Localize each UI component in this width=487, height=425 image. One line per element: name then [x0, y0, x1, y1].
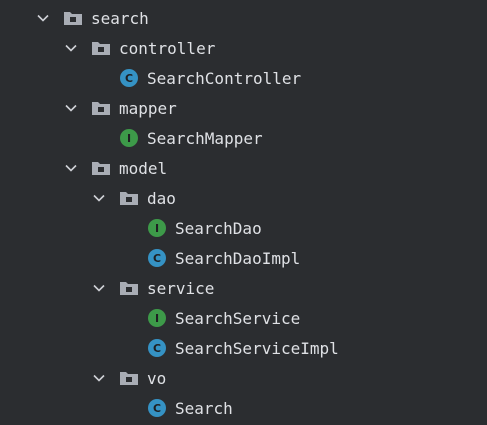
chevron-down-icon[interactable]: [91, 280, 107, 296]
folder-icon: [119, 188, 139, 208]
chevron-down-icon[interactable]: [63, 160, 79, 176]
project-tree: search controller C SearchController map…: [0, 0, 487, 425]
tree-node-label: dao: [147, 188, 176, 208]
tree-node-searchdaoimpl[interactable]: C SearchDaoImpl: [0, 243, 487, 273]
chevron-down-icon[interactable]: [35, 10, 51, 26]
tree-node-label: SearchController: [147, 68, 302, 88]
tree-node-service[interactable]: service: [0, 273, 487, 303]
tree-node-vo[interactable]: vo: [0, 363, 487, 393]
tree-node-searchmapper[interactable]: I SearchMapper: [0, 123, 487, 153]
folder-icon: [119, 368, 139, 388]
tree-node-label: vo: [147, 368, 167, 388]
class-icon: C: [147, 398, 167, 418]
folder-icon: [91, 38, 111, 58]
chevron-down-icon[interactable]: [91, 190, 107, 206]
folder-icon: [91, 98, 111, 118]
class-icon: C: [147, 248, 167, 268]
class-icon: C: [147, 338, 167, 358]
tree-node-searchserviceimpl[interactable]: C SearchServiceImpl: [0, 333, 487, 363]
tree-node-label: Search: [175, 398, 233, 418]
tree-node-label: SearchServiceImpl: [175, 338, 339, 358]
folder-icon: [119, 278, 139, 298]
tree-node-label: SearchDaoImpl: [175, 248, 301, 268]
tree-node-label: SearchService: [175, 308, 301, 328]
chevron-down-icon[interactable]: [63, 40, 79, 56]
folder-icon: [63, 8, 83, 28]
tree-node-label: model: [119, 158, 168, 178]
tree-node-label: search: [91, 8, 149, 28]
interface-icon: I: [147, 308, 167, 328]
tree-node-label: controller: [119, 38, 216, 58]
interface-icon: I: [147, 218, 167, 238]
tree-node-dao[interactable]: dao: [0, 183, 487, 213]
tree-node-label: mapper: [119, 98, 177, 118]
tree-node-label: SearchMapper: [147, 128, 263, 148]
tree-node-label: SearchDao: [175, 218, 262, 238]
tree-node-mapper[interactable]: mapper: [0, 93, 487, 123]
tree-node-search-class[interactable]: C Search: [0, 393, 487, 423]
tree-node-searchcontroller[interactable]: C SearchController: [0, 63, 487, 93]
tree-node-controller[interactable]: controller: [0, 33, 487, 63]
tree-node-search[interactable]: search: [0, 3, 487, 33]
tree-node-label: service: [147, 278, 215, 298]
tree-node-searchdao[interactable]: I SearchDao: [0, 213, 487, 243]
class-icon: C: [119, 68, 139, 88]
tree-node-model[interactable]: model: [0, 153, 487, 183]
folder-icon: [91, 158, 111, 178]
chevron-down-icon[interactable]: [91, 370, 107, 386]
tree-node-searchservice[interactable]: I SearchService: [0, 303, 487, 333]
interface-icon: I: [119, 128, 139, 148]
chevron-down-icon[interactable]: [63, 100, 79, 116]
